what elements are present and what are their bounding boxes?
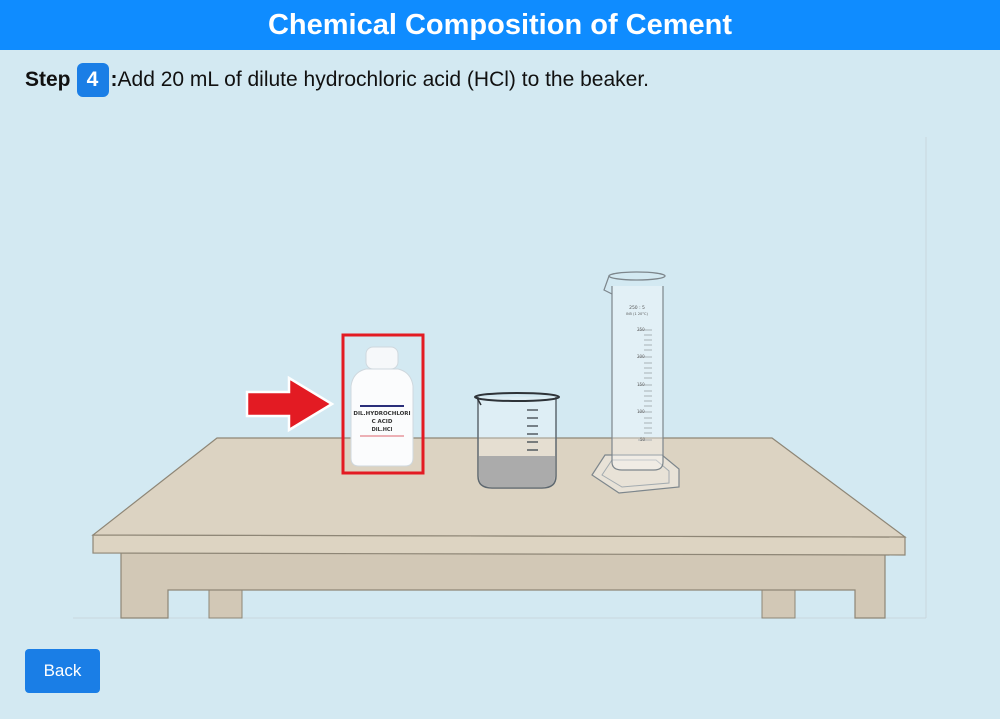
step-instruction: Step 4 : Add 20 mL of dilute hydrochlori… [25, 62, 649, 98]
step-instruction-text: Add 20 mL of dilute hydrochloric acid (H… [117, 68, 650, 91]
cylinder-tick-250: 250 [637, 327, 645, 332]
bottle-label-line-3: DIL.HCl [372, 427, 393, 433]
cylinder-tick-100: 100 [637, 409, 645, 414]
cylinder-tick-150: 150 [637, 382, 645, 387]
measuring-cylinder: 250 : 5 IN5 (1 20°C) 250 200 150 100 50 [591, 271, 680, 494]
cylinder-capacity: 250 : 5 [629, 305, 645, 311]
step-number-badge: 4 [76, 63, 109, 97]
bottle-label-line-1: DIL.HYDROCHLORI [353, 411, 410, 417]
step-colon: : [110, 68, 118, 91]
bottle-label-line-2: C ACID [372, 419, 393, 425]
back-button[interactable]: Back [25, 649, 100, 693]
cylinder-tick-50: 50 [640, 437, 646, 442]
beaker [474, 392, 560, 489]
hcl-bottle[interactable]: DIL.HYDROCHLORI C ACID DIL.HCl [341, 333, 425, 475]
pointer-arrow [245, 375, 335, 433]
lab-scene: DIL.HYDROCHLORI C ACID DIL.HCl 250 : 5 I… [73, 137, 927, 619]
cylinder-tick-200: 200 [637, 354, 645, 359]
step-label: Step [25, 68, 71, 91]
page-title: Chemical Composition of Cement [267, 8, 733, 41]
page-header: Chemical Composition of Cement [0, 0, 1000, 50]
cylinder-calibration: IN5 (1 20°C) [626, 312, 648, 316]
